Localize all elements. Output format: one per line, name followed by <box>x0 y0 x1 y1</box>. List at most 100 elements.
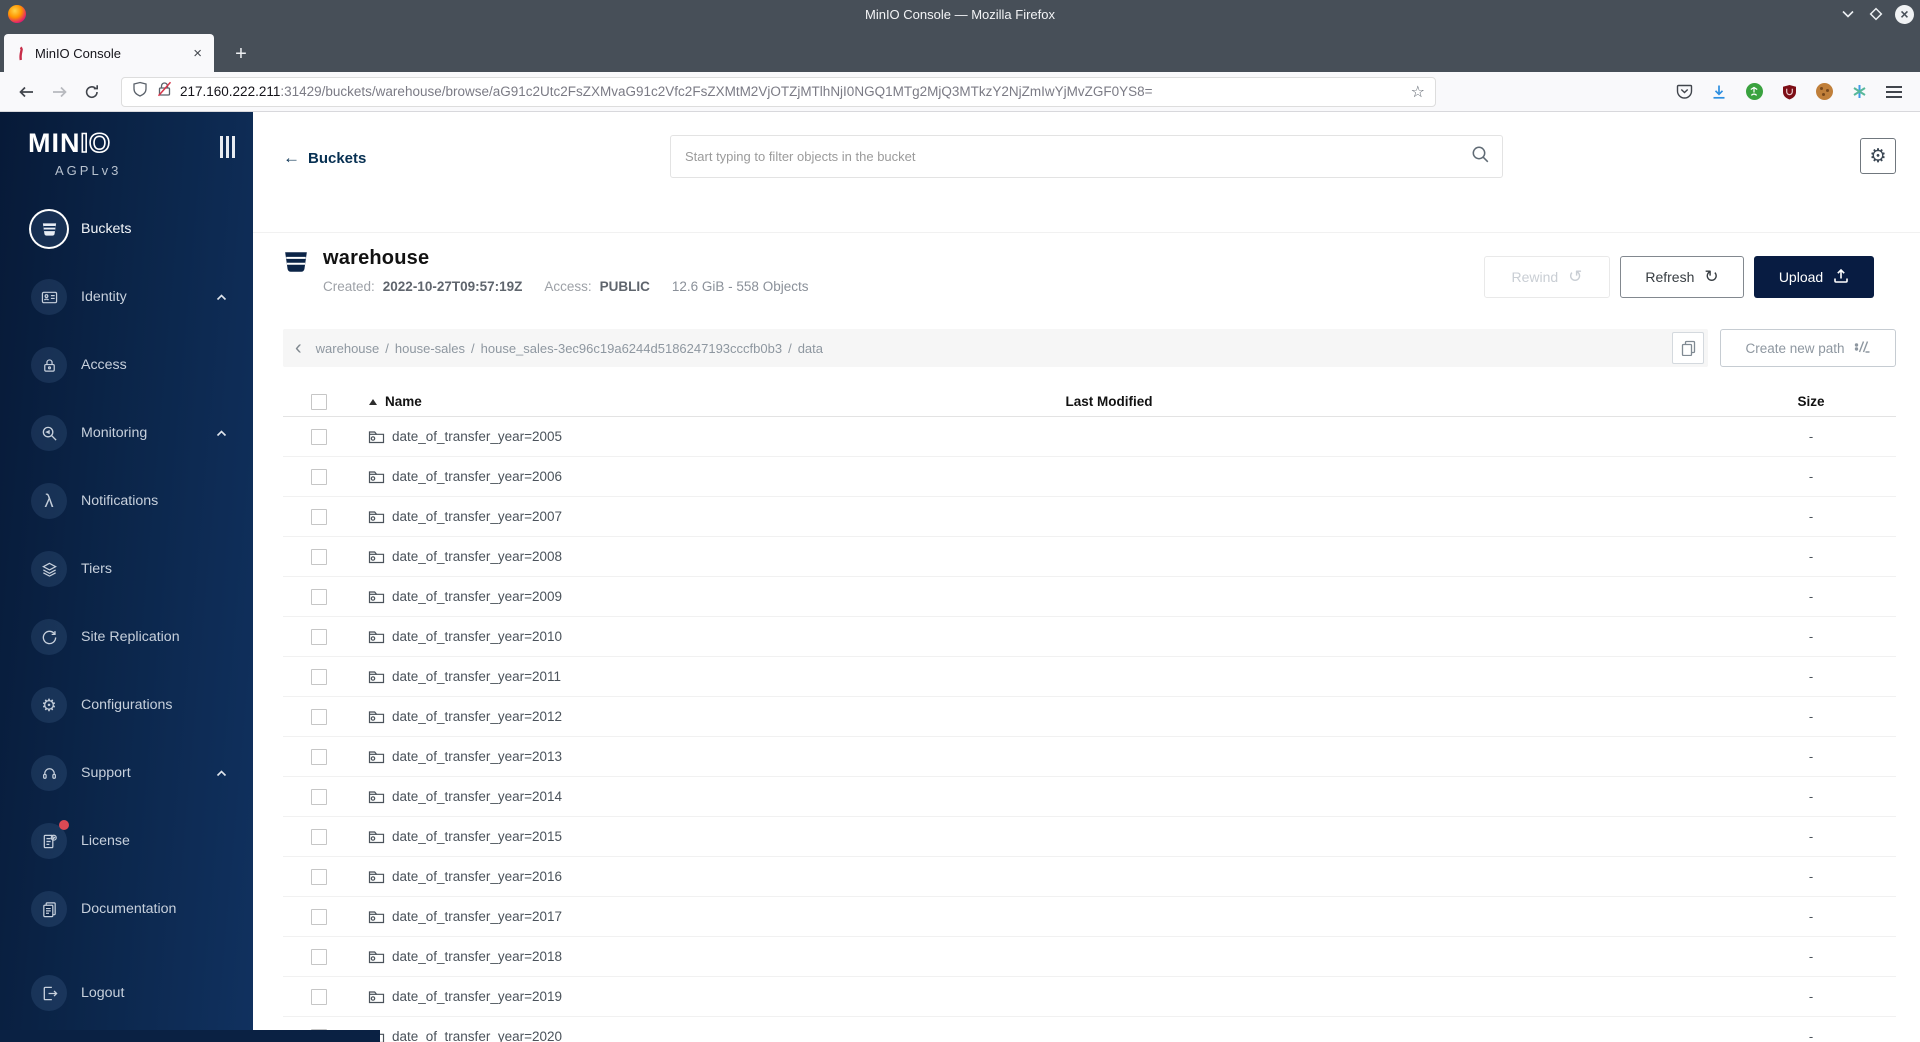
row-checkbox[interactable] <box>311 828 327 845</box>
row-checkbox[interactable] <box>311 508 327 525</box>
folder-icon <box>368 831 385 844</box>
table-row[interactable]: date_of_transfer_year=2019 - <box>283 977 1896 1017</box>
sidebar-item-configurations[interactable]: ⚙ Configurations <box>0 671 253 739</box>
table-row[interactable]: date_of_transfer_year=2007 - <box>283 497 1896 537</box>
breadcrumb-segment[interactable]: house_sales-3ec96c19a6244d5186247193cccf… <box>481 341 782 356</box>
sidebar-collapse-icon[interactable] <box>220 136 235 158</box>
upload-button[interactable]: Upload <box>1754 256 1874 298</box>
sidebar-item-site-replication[interactable]: Site Replication <box>0 603 253 671</box>
row-checkbox[interactable] <box>311 788 327 805</box>
forward-icon[interactable] <box>47 80 71 104</box>
tab-close-icon[interactable]: × <box>189 45 206 62</box>
reload-icon[interactable] <box>80 80 104 104</box>
asterisk-extension-icon[interactable] <box>1849 82 1869 102</box>
shield-icon[interactable] <box>132 81 148 102</box>
bookmark-star-icon[interactable]: ☆ <box>1411 82 1425 102</box>
breadcrumb-back-chevron[interactable]: ‹ <box>295 338 302 358</box>
row-checkbox[interactable] <box>311 868 327 885</box>
menu-hamburger-icon[interactable] <box>1884 82 1904 102</box>
browser-navbar: 217.160.222.211:31429/buckets/warehouse/… <box>0 72 1920 112</box>
row-checkbox[interactable] <box>311 748 327 765</box>
gear-icon: ⚙ <box>31 687 67 723</box>
breadcrumb-segment[interactable]: house-sales <box>395 341 465 356</box>
last-modified-column-header[interactable]: Last Modified <box>879 394 1339 409</box>
cookie-extension-icon[interactable] <box>1814 82 1834 102</box>
table-row[interactable]: date_of_transfer_year=2008 - <box>283 537 1896 577</box>
chevron-up-icon[interactable] <box>216 424 227 442</box>
breadcrumb-segment[interactable]: data <box>798 341 823 356</box>
row-checkbox[interactable] <box>311 628 327 645</box>
back-icon[interactable] <box>14 80 38 104</box>
row-checkbox[interactable] <box>311 908 327 925</box>
row-checkbox[interactable] <box>311 548 327 565</box>
create-new-path-button[interactable]: Create new path <box>1720 329 1896 367</box>
insecure-lock-icon[interactable] <box>157 81 172 102</box>
new-tab-button[interactable]: + <box>228 43 254 66</box>
sidebar-item-buckets[interactable]: Buckets <box>0 195 253 263</box>
browser-titlebar: MinIO Console — Mozilla Firefox × <box>0 0 1920 28</box>
folder-icon <box>368 431 385 444</box>
table-row[interactable]: date_of_transfer_year=2011 - <box>283 657 1896 697</box>
sidebar-item-notifications[interactable]: λ Notifications <box>0 467 253 535</box>
rewind-button[interactable]: Rewind ↺ <box>1484 256 1610 298</box>
chevron-up-icon[interactable] <box>216 288 227 306</box>
breadcrumb-segment[interactable]: warehouse <box>316 341 380 356</box>
sidebar-item-identity[interactable]: Identity <box>0 263 253 331</box>
sidebar-item-tiers[interactable]: Tiers <box>0 535 253 603</box>
pocket-icon[interactable] <box>1674 82 1694 102</box>
url-bar[interactable]: 217.160.222.211:31429/buckets/warehouse/… <box>121 76 1436 107</box>
table-row[interactable]: date_of_transfer_year=2012 - <box>283 697 1896 737</box>
tab-minio-console[interactable]: MinIO Console × <box>4 34 214 72</box>
chevron-up-icon[interactable] <box>216 764 227 782</box>
table-row[interactable]: date_of_transfer_year=2009 - <box>283 577 1896 617</box>
access-value[interactable]: PUBLIC <box>600 279 650 294</box>
table-row[interactable]: date_of_transfer_year=2020 - <box>283 1017 1896 1042</box>
main-content: ← Buckets ⚙ warehouse Created: <box>253 112 1920 1042</box>
bucket-settings-button[interactable]: ⚙ <box>1860 138 1896 174</box>
search-input[interactable] <box>685 149 1471 164</box>
folder-icon <box>368 991 385 1004</box>
row-checkbox[interactable] <box>311 708 327 725</box>
select-all-checkbox[interactable] <box>311 393 327 410</box>
sidebar-menu: Buckets Identity Access Monitoring λ Not… <box>0 195 253 1027</box>
window-close-icon[interactable]: × <box>1895 4 1914 24</box>
table-row[interactable]: date_of_transfer_year=2016 - <box>283 857 1896 897</box>
url-text: 217.160.222.211:31429/buckets/warehouse/… <box>180 84 1405 99</box>
back-to-buckets-link[interactable]: ← Buckets <box>283 148 366 168</box>
table-row[interactable]: date_of_transfer_year=2010 - <box>283 617 1896 657</box>
sidebar-item-logout[interactable]: Logout <box>0 959 253 1027</box>
ublock-shield-icon[interactable] <box>1779 82 1799 102</box>
sort-ascending-icon[interactable] <box>369 398 377 405</box>
sidebar-item-support[interactable]: Support <box>0 739 253 807</box>
table-row[interactable]: date_of_transfer_year=2005 - <box>283 417 1896 457</box>
refresh-button[interactable]: Refresh ↻ <box>1620 256 1744 298</box>
table-row[interactable]: date_of_transfer_year=2015 - <box>283 817 1896 857</box>
url-host: 217.160.222.211 <box>180 84 281 99</box>
row-checkbox[interactable] <box>311 428 327 445</box>
size-column-header[interactable]: Size <box>1746 394 1876 409</box>
downloads-icon[interactable] <box>1709 82 1729 102</box>
extension-green-icon[interactable] <box>1744 82 1764 102</box>
row-checkbox[interactable] <box>311 668 327 685</box>
object-name: date_of_transfer_year=2020 <box>392 1029 563 1042</box>
object-name: date_of_transfer_year=2018 <box>392 949 563 964</box>
table-row[interactable]: date_of_transfer_year=2017 - <box>283 897 1896 937</box>
table-row[interactable]: date_of_transfer_year=2013 - <box>283 737 1896 777</box>
sidebar-item-documentation[interactable]: Documentation <box>0 875 253 943</box>
name-column-header[interactable]: Name <box>385 394 422 409</box>
row-checkbox[interactable] <box>311 588 327 605</box>
window-maximize-icon[interactable] <box>1867 5 1885 23</box>
sidebar-item-access[interactable]: Access <box>0 331 253 399</box>
row-checkbox[interactable] <box>311 988 327 1005</box>
copy-path-button[interactable] <box>1672 332 1704 364</box>
object-name: date_of_transfer_year=2010 <box>392 629 563 644</box>
object-size: - <box>1808 749 1814 764</box>
row-checkbox[interactable] <box>311 468 327 485</box>
table-row[interactable]: date_of_transfer_year=2014 - <box>283 777 1896 817</box>
table-row[interactable]: date_of_transfer_year=2018 - <box>283 937 1896 977</box>
table-row[interactable]: date_of_transfer_year=2006 - <box>283 457 1896 497</box>
window-minimize-icon[interactable] <box>1839 5 1857 23</box>
sidebar-item-monitoring[interactable]: Monitoring <box>0 399 253 467</box>
sidebar-item-license[interactable]: License <box>0 807 253 875</box>
row-checkbox[interactable] <box>311 948 327 965</box>
